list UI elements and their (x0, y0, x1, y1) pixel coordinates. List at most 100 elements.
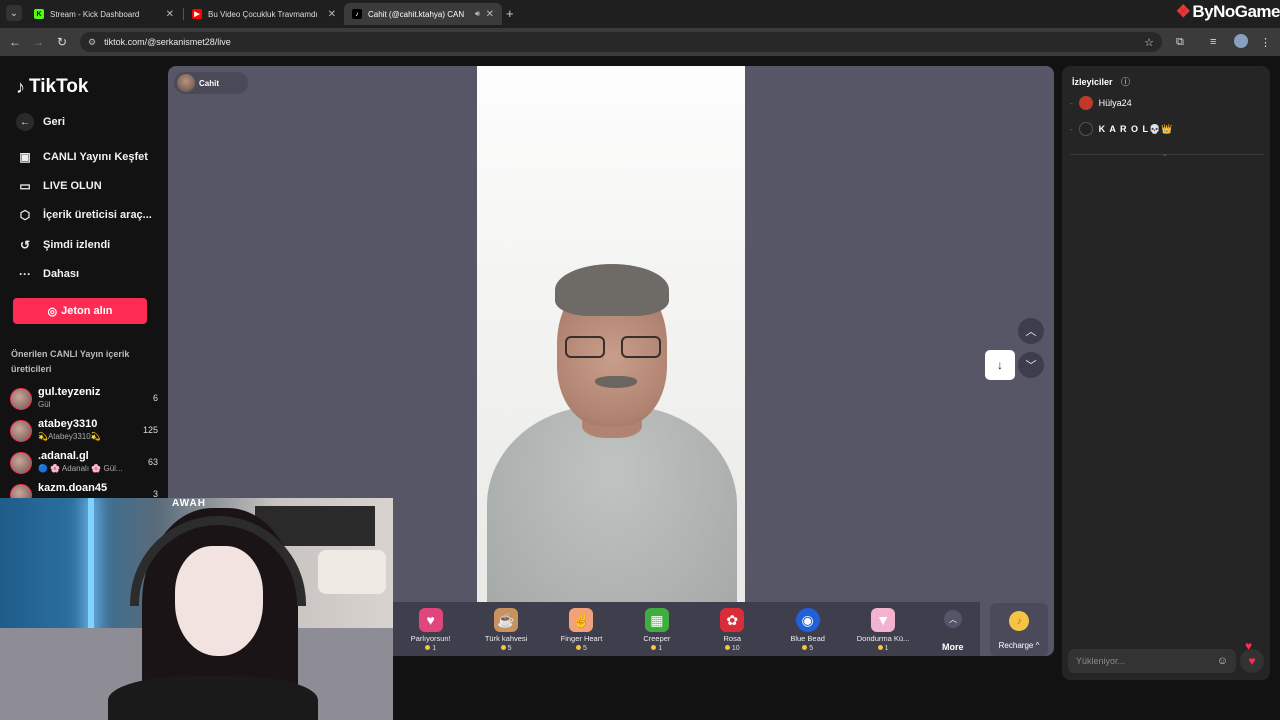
nav-go-live[interactable]: ▭ LIVE OLUN (16, 179, 102, 193)
creeper-icon: ▦ (644, 608, 669, 632)
creator-tools-icon: ⬡ (19, 208, 31, 222)
audio-icon[interactable]: 🔊︎ (475, 9, 480, 19)
suggested-creator[interactable]: atabey3310 💫Atabey3310💫 125 (10, 418, 160, 446)
host-badge[interactable]: Cahit (174, 72, 248, 94)
extensions-icon[interactable]: ⧉ (1176, 36, 1184, 49)
new-tab-button[interactable]: + (506, 6, 514, 21)
like-heart-icon[interactable]: ♥ (1240, 649, 1264, 673)
close-icon[interactable]: ✕ (166, 9, 174, 20)
close-icon[interactable]: ✕ (486, 9, 494, 20)
avatar (1078, 122, 1093, 136)
recharge-label: Recharge ^ (998, 641, 1040, 650)
chevron-up-icon: ︿ (944, 610, 962, 628)
gift-item[interactable]: ✿ Rosa 10 (695, 602, 770, 656)
gift-item[interactable]: ♥ Parlıyorsun! 1 (393, 602, 468, 656)
viewer-item[interactable]: - Hülya24 (1070, 96, 1132, 110)
avatar (10, 388, 32, 410)
live-tv-icon: ▣ (19, 150, 31, 164)
viewer-name: K A R O L💀👑 (1098, 123, 1174, 134)
gift-price-value: 5 (583, 645, 587, 652)
nav-explore-live[interactable]: ▣ CANLI Yayını Keşfet (16, 150, 148, 164)
coin-icon (802, 645, 808, 650)
host-name: Cahit (199, 78, 219, 88)
recharge-button[interactable]: ♪ Recharge ^ (990, 603, 1048, 656)
nav-creator-tools[interactable]: ⬡ İçerik üreticisi araç... (16, 208, 152, 222)
download-icon[interactable]: ↓ (985, 350, 1015, 380)
back-arrow-icon[interactable]: ← (8, 35, 22, 49)
gift-name: Blue Bead (790, 634, 825, 643)
rank-marker: - (1070, 98, 1073, 108)
gift-price-value: 10 (731, 645, 740, 652)
nav-label: CANLI Yayını Keşfet (43, 151, 148, 163)
nav-label: Şimdi izlendi (43, 239, 111, 251)
video-person-hair (555, 264, 669, 316)
get-coins-button[interactable]: ◎ Jeton alın (13, 298, 147, 324)
viewers-panel: İzleyiciler ⓘ - Hülya24 - K A R O L💀👑 ⌄ (1062, 66, 1270, 680)
gift-price-value: 1 (432, 645, 437, 652)
gift-price: 5 (544, 645, 619, 652)
coin-icon: ♪ (1009, 611, 1029, 631)
tiktok-logo[interactable]: ♪ TikTok (16, 76, 88, 98)
creator-name: gul.teyzeniz (38, 386, 101, 398)
address-bar[interactable]: ⚙ tiktok.com/@serkanismet28/live ☆ (80, 32, 1162, 52)
media-control-icon[interactable]: ≡ (1210, 36, 1216, 48)
bookmark-star-icon[interactable]: ☆ (1144, 36, 1154, 49)
nav-more[interactable]: ··· Dahası (16, 267, 79, 281)
gift-item[interactable]: ✌ Finger Heart 5 (544, 602, 619, 656)
coin-icon (877, 645, 883, 650)
gift-item[interactable]: ▦ Creeper 1 (619, 602, 694, 656)
gift-price-value: 5 (507, 645, 512, 652)
profile-avatar[interactable] (1234, 34, 1248, 48)
video-person-glasses (565, 336, 661, 360)
live-video[interactable] (477, 66, 745, 602)
site-info-icon[interactable]: ⚙ (88, 37, 96, 48)
browser-tab-youtube[interactable]: ▶ Bu Video Çocukluk Travmamdı ✕ (184, 3, 344, 25)
back-label: Geri (43, 116, 66, 128)
more-dots-icon: ··· (19, 267, 31, 281)
coin-icon (651, 645, 657, 650)
gift-name: Rosa (723, 634, 742, 643)
chat-input[interactable]: Yükleniyor... ☺ (1068, 649, 1236, 673)
help-icon[interactable]: ⓘ (1121, 77, 1130, 87)
browser-tab-kick[interactable]: K Stream - Kick Dashboard ✕ (26, 3, 182, 25)
viewer-item[interactable]: - K A R O L💀👑 (1070, 122, 1173, 136)
nav-recently-watched[interactable]: ↺ Şimdi izlendi (16, 238, 110, 252)
gift-item[interactable]: ☕ Türk kahvesi 5 (468, 602, 543, 656)
gift-item[interactable]: ▼ Dondurma Kü... 1 (845, 602, 920, 656)
more-gifts-button[interactable]: ︿ More (942, 602, 980, 656)
viewer-count: 125 (142, 425, 158, 435)
gift-price: 1 (393, 645, 468, 652)
coin-icon (500, 645, 506, 650)
nav-label: LIVE OLUN (43, 180, 102, 192)
previous-stream-chevron-up-icon[interactable]: ︿ (1018, 318, 1044, 344)
browser-tab-tiktok[interactable]: ♪ Cahit (@cahit.ktahya) CAN 🔊︎ ✕ (344, 3, 502, 25)
forward-arrow-icon[interactable]: → (31, 35, 45, 49)
avatar (10, 452, 32, 474)
creator-subtitle: 🔵 🌸 Adanalı 🌸 Gül... (38, 464, 123, 473)
viewer-count: 6 (152, 393, 158, 403)
close-icon[interactable]: ✕ (328, 9, 336, 20)
gift-item[interactable]: ◉ Blue Bead 5 (770, 602, 845, 656)
creator-name: .adanal.gl (38, 450, 89, 462)
gift-price-value: 1 (884, 645, 889, 652)
coin-icon: ◎ (47, 305, 58, 318)
tab-search-icon[interactable]: ⌄ (6, 5, 22, 21)
webcam-wall-text: AWAH (172, 498, 206, 509)
back-button[interactable]: ← Geri (16, 113, 65, 131)
host-avatar (177, 74, 195, 92)
creator-name: atabey3310 (38, 418, 98, 430)
evil-eye-icon: ◉ (795, 608, 820, 632)
ice-cream-icon: ▼ (871, 608, 896, 632)
nav-label: İçerik üreticisi araç... (43, 209, 152, 221)
next-stream-chevron-down-icon[interactable]: ﹀ (1018, 352, 1044, 378)
suggested-creator[interactable]: gul.teyzeniz Gül 6 (10, 386, 160, 414)
browser-menu-icon[interactable]: ⋮ (1260, 36, 1271, 49)
emoji-icon[interactable]: ☺ (1217, 655, 1228, 667)
viewers-heading: İzleyiciler ⓘ (1072, 75, 1130, 88)
chevron-down-icon[interactable]: ⌄ (1162, 150, 1168, 158)
tab-title: Stream - Kick Dashboard (50, 9, 140, 19)
suggested-creator[interactable]: .adanal.gl 🔵 🌸 Adanalı 🌸 Gül... 63 (10, 450, 160, 478)
video-person-mustache (595, 376, 637, 388)
reload-icon[interactable]: ↻ (55, 35, 69, 49)
flame-icon: ❖ (1175, 2, 1191, 21)
